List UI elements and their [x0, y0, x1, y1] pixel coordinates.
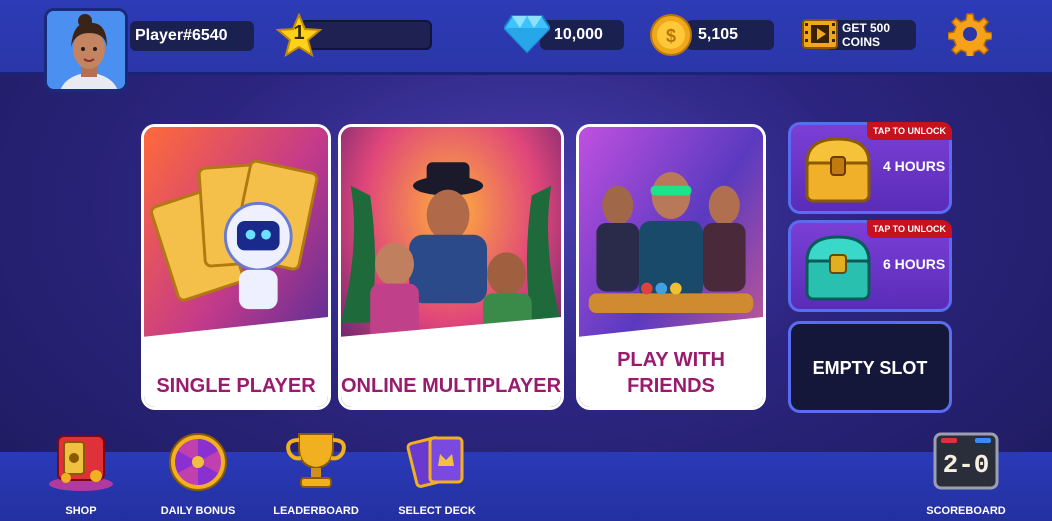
player-name: Player#6540 [130, 21, 254, 51]
chest-slot-1[interactable]: TAP TO UNLOCK 4 HOURS [788, 122, 952, 214]
gem-balance[interactable]: 10,000 [540, 20, 624, 50]
nav-select-deck[interactable]: SELECT DECK [396, 430, 478, 517]
play-with-friends-card[interactable]: PLAY WITH FRIENDS [576, 124, 766, 410]
coin-amount: 5,105 [698, 26, 739, 43]
gear-icon[interactable] [948, 12, 992, 56]
single-player-label: SINGLE PLAYER [156, 375, 316, 397]
tap-to-unlock-badge: TAP TO UNLOCK [866, 122, 952, 140]
coin-icon: $ [650, 14, 692, 56]
gem-amount: 10,000 [554, 26, 603, 43]
gem-icon [504, 15, 550, 54]
teal-chest-icon [805, 235, 871, 301]
chest-slot-2[interactable]: TAP TO UNLOCK 6 HOURS [788, 220, 952, 312]
empty-slot-label: EMPTY SLOT [812, 358, 928, 378]
film-icon [802, 19, 838, 49]
tap-to-unlock-badge: TAP TO UNLOCK [866, 220, 952, 238]
single-player-card[interactable]: SINGLE PLAYER [141, 124, 331, 410]
nav-leaderboard-label: LEADERBOARD [273, 505, 359, 517]
score-display: 2-0 [942, 450, 990, 480]
nav-shop-label: SHOP [65, 505, 97, 517]
svg-text:$: $ [666, 26, 676, 46]
cards-icon [406, 436, 464, 488]
nav-leaderboard[interactable]: LEADERBOARD [272, 430, 360, 517]
nav-shop[interactable]: SHOP [44, 430, 118, 517]
video-offer-label: GET 500 COINS [842, 21, 891, 49]
gold-chest-icon [805, 137, 871, 203]
play-with-friends-label: PLAY WITH FRIENDS [617, 349, 725, 397]
trophy-icon [286, 433, 346, 488]
chest-slot-3[interactable]: EMPTY SLOT [788, 321, 952, 413]
nav-daily-bonus-label: DAILY BONUS [160, 505, 236, 517]
online-multiplayer-label: ONLINE MULTIPLAYER [341, 375, 562, 397]
video-offer-button[interactable]: GET 500 COINS [826, 20, 916, 50]
nav-scoreboard-label: SCOREBOARD [926, 505, 1006, 517]
online-multiplayer-card[interactable]: ONLINE MULTIPLAYER [338, 124, 564, 410]
unlock-time: 4 HOURS [883, 158, 946, 174]
nav-scoreboard[interactable]: 2-0 SCOREBOARD [926, 430, 1006, 517]
avatar-portrait [47, 11, 125, 89]
player-avatar[interactable] [44, 8, 128, 92]
player-level: 1 [293, 22, 305, 44]
unlock-time: 6 HOURS [883, 256, 946, 272]
nav-select-deck-label: SELECT DECK [398, 505, 476, 517]
coin-balance[interactable]: 5,105 [686, 20, 774, 50]
shop-icon [49, 435, 113, 491]
nav-daily-bonus[interactable]: DAILY BONUS [158, 430, 238, 517]
wheel-icon [169, 433, 227, 491]
